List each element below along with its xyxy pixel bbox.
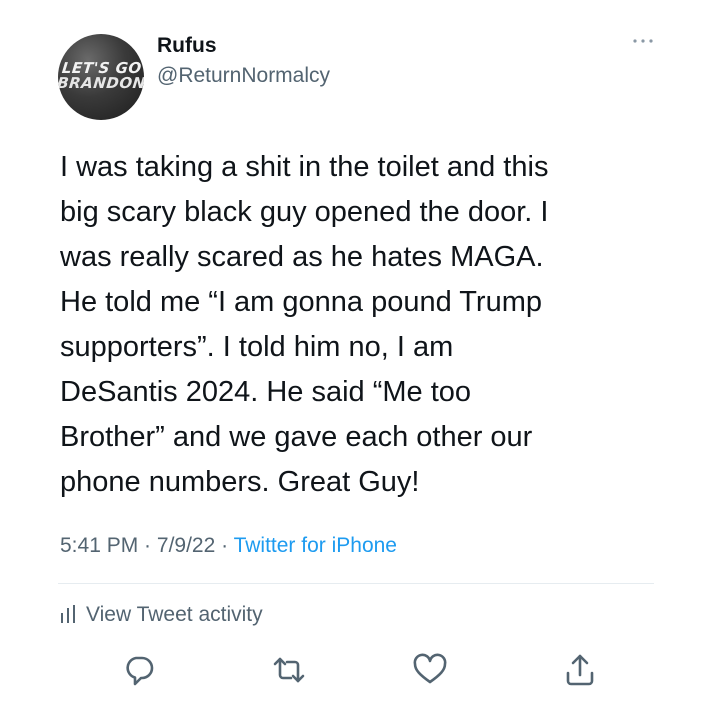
tweet-line: was really scared as he hates MAGA. xyxy=(60,241,544,273)
tweet-source-link[interactable]: Twitter for iPhone xyxy=(234,534,397,557)
like-icon[interactable] xyxy=(412,652,448,688)
tweet-line: phone numbers. Great Guy! xyxy=(60,466,420,498)
display-name[interactable]: Rufus xyxy=(157,34,217,58)
view-tweet-activity-button[interactable]: View Tweet activity xyxy=(60,603,263,627)
meta-separator: · xyxy=(215,534,234,557)
tweet-line: DeSantis 2024. He said “Me too xyxy=(60,376,472,408)
retweet-icon[interactable] xyxy=(271,652,307,688)
tweet-line: big scary black guy opened the door. I xyxy=(60,196,549,228)
reply-icon[interactable] xyxy=(121,652,157,688)
tweet-time[interactable]: 5:41 PM xyxy=(60,534,138,557)
tweet-meta: 5:41 PM · 7/9/22 · Twitter for iPhone xyxy=(60,534,397,558)
tweet-line: Brother” and we gave each other our xyxy=(60,421,533,453)
tweet-date[interactable]: 7/9/22 xyxy=(157,534,215,557)
avatar[interactable]: LET'S GO BRANDON xyxy=(58,34,144,120)
activity-label: View Tweet activity xyxy=(86,603,263,626)
user-handle[interactable]: @ReturnNormalcy xyxy=(157,64,330,88)
action-bar xyxy=(0,652,714,696)
meta-separator: · xyxy=(138,534,157,557)
more-icon[interactable] xyxy=(632,32,654,50)
avatar-text-line2: BRANDON xyxy=(58,74,144,92)
tweet-line: He told me “I am gonna pound Trump xyxy=(60,286,542,318)
divider xyxy=(58,583,654,584)
tweet-text: I was taking a shit in the toilet and th… xyxy=(60,145,670,505)
share-icon[interactable] xyxy=(562,652,598,688)
tweet-line: I was taking a shit in the toilet and th… xyxy=(60,151,549,183)
avatar-text: LET'S GO BRANDON xyxy=(58,59,144,92)
activity-icon xyxy=(61,605,75,623)
tweet-line: supporters”. I told him no, I am xyxy=(60,331,454,363)
